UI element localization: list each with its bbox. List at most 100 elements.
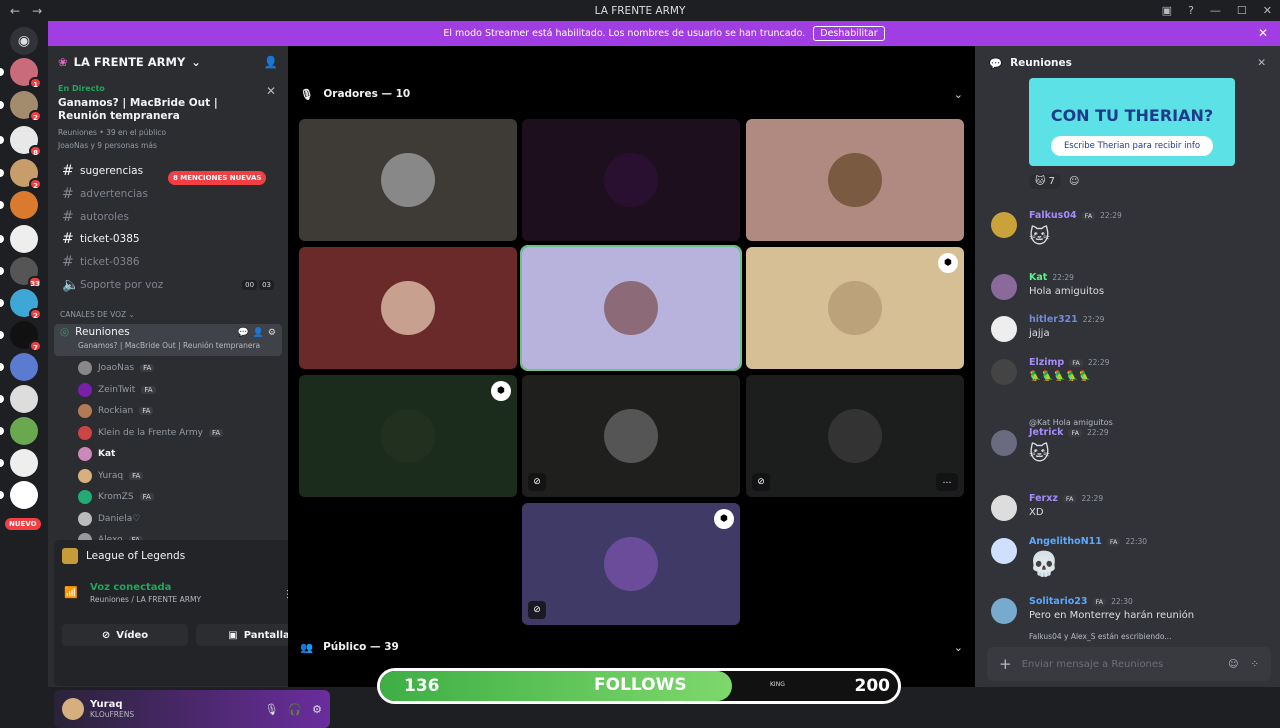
hash-icon: # — [62, 208, 74, 225]
speaker-tile[interactable] — [746, 119, 964, 241]
close-banner-icon[interactable]: ✕ — [1258, 26, 1268, 40]
chat-message[interactable]: Falkus04 FA 22:29 🐱 — [991, 210, 1271, 248]
chat-message[interactable]: Kat 22:29 Hola amiguitos — [991, 272, 1271, 300]
help-icon[interactable]: ? — [1188, 4, 1194, 17]
dismiss-event-icon[interactable]: ✕ — [266, 84, 276, 98]
collapse-audience-chevron-icon[interactable]: ⌄ — [954, 641, 963, 654]
voice-user[interactable]: Klein de la Frente Army FA — [78, 423, 278, 443]
author-name[interactable]: Kat — [1029, 272, 1047, 283]
channel-ticket-0385[interactable]: # ticket-0385 — [56, 228, 280, 249]
speaker-tile[interactable] — [299, 247, 517, 369]
author-name[interactable]: Elzimp — [1029, 357, 1064, 368]
voice-user[interactable]: JoaoNas FA — [78, 358, 278, 378]
reply-preview[interactable]: @Kat Hola amiguitos — [1029, 418, 1271, 427]
more-options-icon[interactable]: … — [936, 473, 958, 491]
inbox-icon[interactable]: ▣ — [1162, 4, 1172, 17]
gear-icon[interactable]: ⚙ — [268, 328, 276, 338]
reaction-cat[interactable]: 🐱 7 — [1029, 174, 1061, 189]
speaker-tile[interactable] — [522, 119, 740, 241]
speaker-tile[interactable] — [520, 245, 742, 371]
close-window-button[interactable]: ✕ — [1263, 4, 1272, 17]
chat-message[interactable]: Solitario23 FA 22:30 Pero en Monterrey hará… — [991, 596, 1271, 624]
author-name[interactable]: Jetrick — [1029, 427, 1063, 438]
speaker-tile[interactable]: ⊘ — [522, 375, 740, 497]
voice-user[interactable]: Rockian FA — [78, 401, 278, 421]
chat-message[interactable]: hitler321 22:29 jajja — [991, 314, 1271, 342]
message-input[interactable]: + Enviar mensaje a Reuniones ☺ ⁘ — [987, 647, 1271, 681]
voice-user[interactable]: Daniela♡ — [78, 509, 278, 529]
avatar[interactable] — [62, 698, 84, 720]
headphones-icon[interactable]: 🎧 — [288, 703, 302, 716]
apps-icon[interactable]: ⁘ — [1251, 659, 1259, 670]
new-mentions-badge[interactable]: 8 MENCIONES NUEVAS — [168, 171, 267, 185]
discord-home-button[interactable]: ◉ — [10, 27, 38, 55]
speaker-tile[interactable]: ⊘… — [746, 375, 964, 497]
voice-user[interactable]: ZeinTwit FA — [78, 380, 278, 400]
channel-advertencias[interactable]: # advertencias — [56, 183, 280, 204]
add-reaction-icon[interactable]: ☺ — [1069, 176, 1079, 187]
chat-message[interactable]: Elzimp FA 22:29 🦜🦜🦜🦜🦜 — [991, 357, 1271, 385]
server-icon[interactable]: 1 — [0, 58, 42, 89]
minimize-button[interactable]: — — [1210, 4, 1221, 17]
author-name[interactable]: hitler321 — [1029, 314, 1078, 325]
collapse-speakers-chevron-icon[interactable]: ⌄ — [954, 88, 963, 101]
emoji-icon[interactable]: ☺ — [1228, 659, 1238, 670]
add-attachment-icon[interactable]: + — [999, 655, 1012, 673]
server-icon[interactable] — [0, 191, 38, 219]
invite-icon[interactable]: 👤 — [253, 328, 264, 338]
speaker-tile[interactable] — [299, 119, 517, 241]
channel-ticket-0386[interactable]: # ticket-0386 — [56, 251, 280, 272]
server-icon[interactable] — [0, 417, 38, 445]
avatar[interactable] — [991, 316, 1017, 342]
speaker-tile[interactable]: ⬢ — [746, 247, 964, 369]
forward-arrow-icon[interactable]: → — [32, 4, 42, 18]
server-icon[interactable]: 33 — [0, 257, 42, 288]
channel-autoroles[interactable]: # autoroles — [56, 206, 280, 227]
voice-user[interactable]: KromZS FA — [78, 487, 278, 507]
server-icon[interactable]: 2 — [0, 91, 42, 122]
server-header[interactable]: ❀ LA FRENTE ARMY ⌄ 👤 — [48, 46, 288, 78]
server-icon[interactable]: 7 — [0, 321, 42, 352]
disable-streamer-button[interactable]: Deshabilitar — [813, 26, 885, 41]
author-name[interactable]: Falkus04 — [1029, 210, 1077, 221]
voice-category-header[interactable]: CANALES DE VOZ ⌄ — [60, 310, 135, 319]
server-icon[interactable] — [0, 481, 38, 509]
new-server-badge[interactable]: NUEVO — [5, 518, 41, 530]
speaker-tile[interactable]: ⬢ — [299, 375, 517, 497]
avatar[interactable] — [991, 598, 1017, 624]
live-event-card[interactable]: En Directo Ganamos? | MacBride Out | Reu… — [48, 80, 288, 162]
server-icon[interactable]: 2 — [0, 159, 42, 190]
close-chat-icon[interactable]: ✕ — [1257, 57, 1266, 69]
back-arrow-icon[interactable]: ← — [10, 4, 20, 18]
maximize-button[interactable]: ☐ — [1237, 4, 1247, 17]
avatar[interactable] — [991, 538, 1017, 564]
author-name[interactable]: Solitario23 — [1029, 596, 1088, 607]
voice-user[interactable]: Yuraq FA — [78, 466, 278, 486]
microphone-icon[interactable]: 🎙 — [264, 703, 278, 716]
settings-gear-icon[interactable]: ⚙ — [312, 703, 322, 716]
chat-icon[interactable]: 💬 — [237, 328, 248, 338]
avatar[interactable] — [991, 359, 1017, 385]
channel-soporte-por-voz[interactable]: 🔈 Soporte por voz 00 03 — [56, 274, 280, 295]
video-button[interactable]: ⊘ Vídeo — [62, 624, 188, 646]
avatar[interactable] — [991, 430, 1017, 456]
promo-image[interactable]: CON TU THERIAN? Escribe Therian para rec… — [1029, 78, 1235, 166]
author-name[interactable]: Ferxz — [1029, 493, 1058, 504]
server-icon[interactable]: 8 — [0, 126, 42, 157]
chat-message[interactable]: @Kat Hola amiguitos Jetrick FA 22:29 🐱 — [991, 418, 1271, 465]
server-icon[interactable]: 2 — [0, 289, 42, 320]
avatar[interactable] — [991, 274, 1017, 300]
chat-message[interactable]: Ferxz FA 22:29 XD — [991, 493, 1271, 521]
server-icon[interactable] — [0, 385, 38, 413]
speaker-tile[interactable]: ⬢ ⊘ — [522, 503, 740, 625]
server-icon[interactable] — [0, 353, 38, 381]
voice-channel-reuniones[interactable]: ◎ Reuniones Ganamos? | MacBride Out | Reu… — [54, 324, 282, 356]
author-name[interactable]: AngelithoN11 — [1029, 536, 1102, 547]
server-icon[interactable] — [0, 449, 38, 477]
avatar[interactable] — [991, 495, 1017, 521]
voice-user[interactable]: Kat — [78, 444, 278, 464]
invite-user-icon[interactable]: 👤 — [264, 55, 278, 69]
server-icon[interactable] — [0, 225, 38, 253]
avatar[interactable] — [991, 212, 1017, 238]
chat-message[interactable]: AngelithoN11 FA 22:30 💀 — [991, 536, 1271, 578]
